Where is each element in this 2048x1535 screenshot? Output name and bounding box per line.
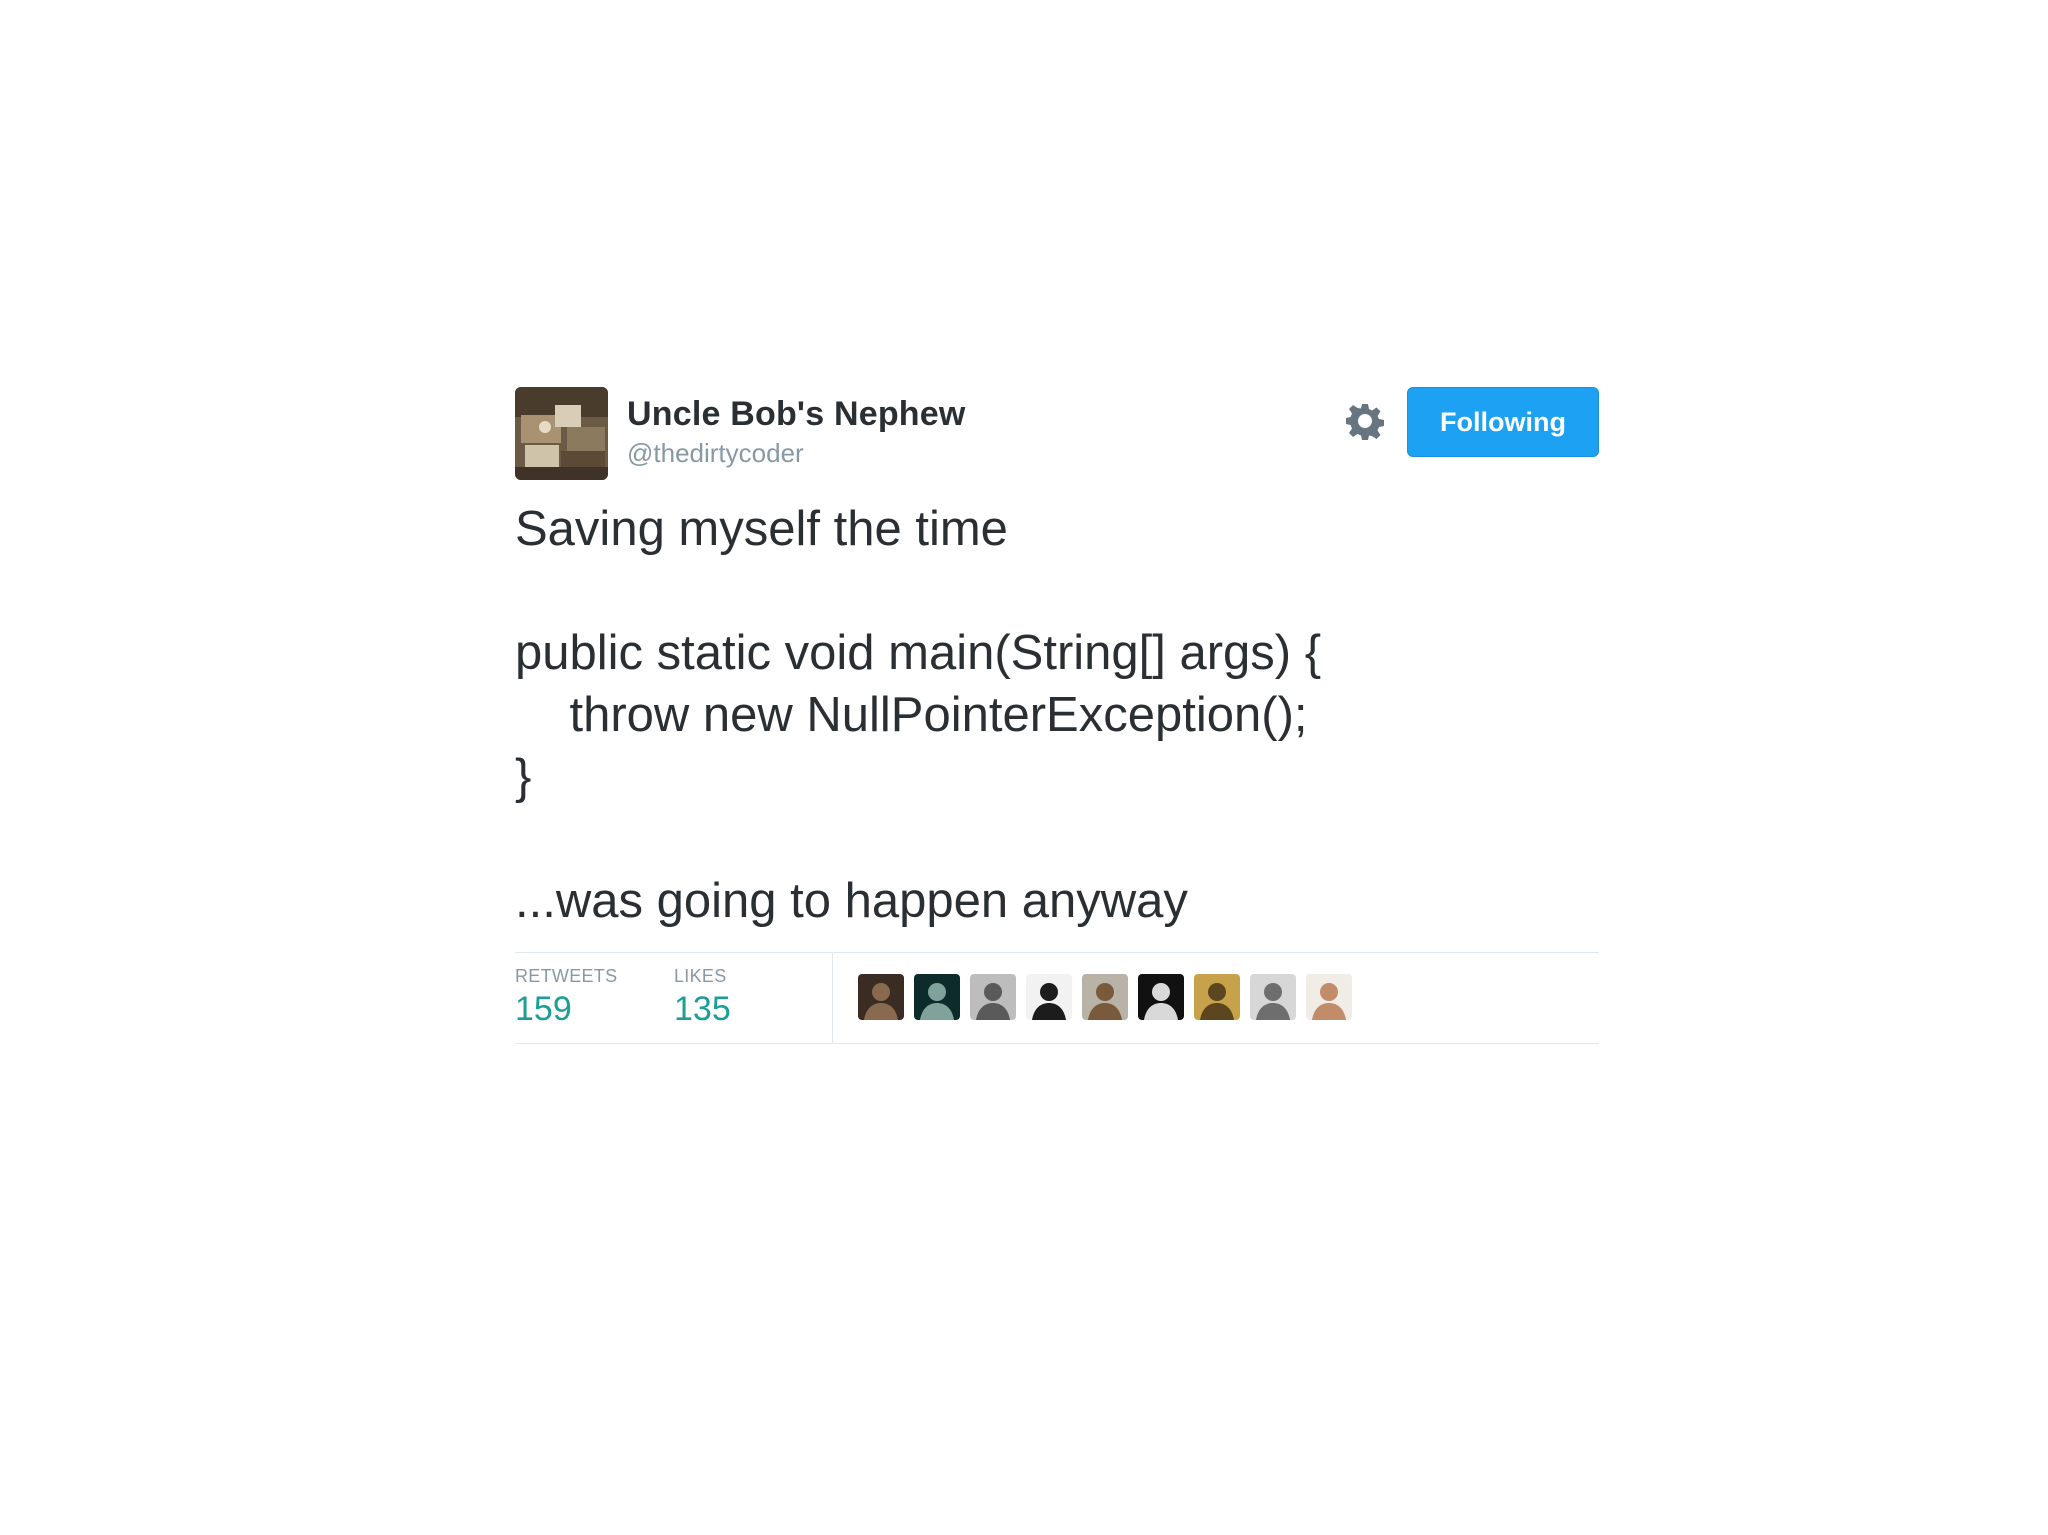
liker-avatar[interactable] <box>1082 974 1128 1020</box>
liker-avatar-photo-icon <box>1026 974 1072 1020</box>
liker-avatar-photo-icon <box>1138 974 1184 1020</box>
liker-avatar[interactable] <box>970 974 1016 1020</box>
retweets-stat[interactable]: RETWEETS 159 <box>515 965 617 1029</box>
tweet-stats: RETWEETS 159 LIKES 135 <box>515 952 1599 1044</box>
tweet-text-blank-line <box>515 808 1599 870</box>
liker-avatar[interactable] <box>1026 974 1072 1020</box>
retweets-label: RETWEETS <box>515 966 618 986</box>
gear-icon[interactable] <box>1345 401 1385 441</box>
tweet-header: Uncle Bob's Nephew @thedirtycoder Follow… <box>515 386 1599 482</box>
tweet-text-line: throw new NullPointerException(); <box>515 688 1308 742</box>
tweet-text: Saving myself the time public static voi… <box>515 498 1599 932</box>
author-handle[interactable]: @thedirtycoder <box>627 436 966 470</box>
liker-avatar-photo-icon <box>914 974 960 1020</box>
liker-avatar[interactable] <box>1250 974 1296 1020</box>
author-names: Uncle Bob's Nephew @thedirtycoder <box>627 394 966 470</box>
likes-label: LIKES <box>674 966 727 986</box>
liker-avatar[interactable] <box>914 974 960 1020</box>
tweet-text-line: } <box>515 750 532 804</box>
liker-avatar[interactable] <box>1306 974 1352 1020</box>
likes-stat[interactable]: LIKES 135 <box>674 965 731 1029</box>
liker-avatar-photo-icon <box>1306 974 1352 1020</box>
tweet-text-line: ...was going to happen anyway <box>515 874 1188 928</box>
tweet-text-blank-line <box>515 560 1599 622</box>
author-avatar[interactable] <box>515 387 608 480</box>
liker-avatar[interactable] <box>1194 974 1240 1020</box>
liker-avatar-photo-icon <box>858 974 904 1020</box>
liker-avatar-photo-icon <box>1082 974 1128 1020</box>
liker-avatar-photo-icon <box>970 974 1016 1020</box>
user-avatar-photo-icon <box>515 387 608 480</box>
retweets-count: 159 <box>515 990 572 1028</box>
author-display-name[interactable]: Uncle Bob's Nephew <box>627 394 966 434</box>
following-button[interactable]: Following <box>1407 387 1599 457</box>
liker-avatar[interactable] <box>1138 974 1184 1020</box>
liker-avatar-photo-icon <box>1194 974 1240 1020</box>
liker-avatar-photo-icon <box>1250 974 1296 1020</box>
tweet-text-line: public static void main(String[] args) { <box>515 626 1322 680</box>
tweet-text-line: Saving myself the time <box>515 502 1008 556</box>
likes-count: 135 <box>674 990 731 1028</box>
tweet-card: Uncle Bob's Nephew @thedirtycoder Follow… <box>515 386 1599 1044</box>
liker-avatar[interactable] <box>858 974 904 1020</box>
stats-divider <box>832 953 833 1043</box>
